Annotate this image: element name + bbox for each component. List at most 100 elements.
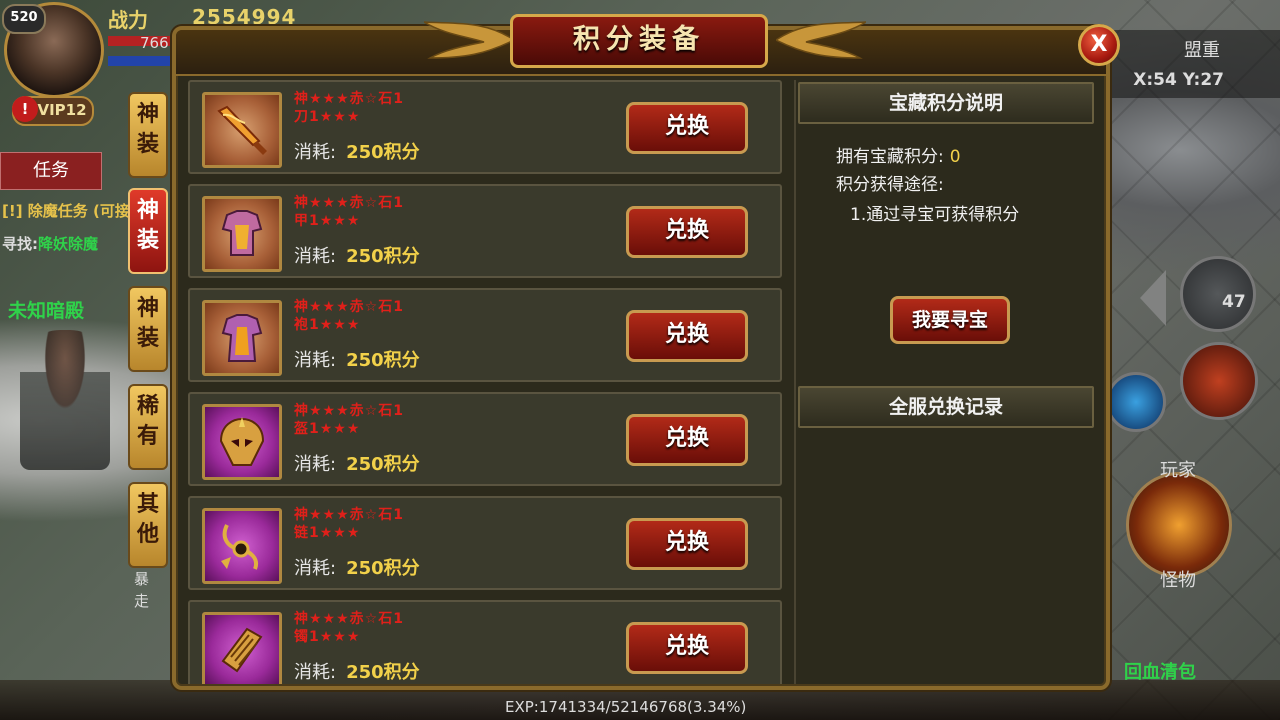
item-name: 神★★★赤☆石1 甲1★★★ [294,194,474,230]
item-icon-frame[interactable] [202,612,282,684]
points-owned: 拥有宝藏积分: 0 [836,142,961,167]
player-coordinates: X:54 Y:27 [1133,70,1224,90]
item-cost: 消耗: 250积分 [294,658,420,684]
exchange-button[interactable]: 兑换 [626,102,748,154]
quest-target-link[interactable]: 降妖除魔 [38,235,98,253]
power-label: 战力 [108,8,148,32]
list-item: 神★★★赤☆石1 链1★★★ 消耗: 250积分 兑换 [188,496,782,590]
points-way-1: 1.通过寻宝可获得积分 [850,205,1020,225]
cost-label: 消耗: [294,142,337,163]
sword-icon [217,105,267,155]
vip-badge[interactable]: ! VIP12 [12,96,94,126]
item-icon-frame[interactable] [202,196,282,272]
tab-label-top: 神 [136,198,159,223]
panel-title: 积分装备 [510,14,768,68]
cost-label: 消耗: [294,558,337,579]
item-cost: 消耗: 250积分 [294,554,420,580]
exchange-record-header: 全服兑换记录 [798,386,1094,428]
quest-line-1[interactable]: [!] 除魔任务 (可接 [2,200,130,221]
exchange-button[interactable]: 兑换 [626,414,748,466]
necklace-icon [221,524,258,570]
tab-label-bottom: 装 [136,132,159,157]
item-list[interactable]: 神★★★赤☆石1 刀1★★★ 消耗: 250积分 兑换 神★★★赤☆石1 甲1★★… [188,80,782,684]
tab-category-1[interactable]: 神 装 [128,92,168,178]
item-name-line-2: 袍1★★★ [294,317,361,333]
info-pane: 宝藏积分说明 拥有宝藏积分: 0 积分获得途径: 1.通过寻宝可获得积分 我要寻宝… [794,80,1096,684]
tab-label-bottom: 装 [136,326,159,351]
tab-label-top: 稀 [136,394,159,419]
server-name: 盟重 [1184,40,1220,61]
exchange-button[interactable]: 兑换 [626,206,748,258]
tab-label-bottom: 他 [136,522,159,547]
tab-category-2[interactable]: 神 装 [128,188,168,274]
auto-mode-label[interactable]: 暴走 [134,568,150,612]
item-name-line-1: 神★★★赤☆石1 [294,299,404,315]
item-name-line-1: 神★★★赤☆石1 [294,611,404,627]
list-item: 神★★★赤☆石1 袍1★★★ 消耗: 250积分 兑换 [188,288,782,382]
list-item: 神★★★赤☆石1 甲1★★★ 消耗: 250积分 兑换 [188,184,782,278]
title-ornament-left-icon [424,21,514,59]
helmet-icon [219,417,265,466]
treasure-hunt-button[interactable]: 我要寻宝 [890,296,1010,344]
points-value: 0 [949,147,961,167]
item-name-line-1: 神★★★赤☆石1 [294,195,404,211]
item-icon-frame[interactable] [202,404,282,480]
item-icon-frame[interactable] [202,508,282,584]
exchange-button[interactable]: 兑换 [626,518,748,570]
quest-find-label: 寻找: [2,235,38,253]
collapse-arrow-icon[interactable] [1140,270,1166,326]
tab-label-top: 神 [136,296,159,321]
tab-label-top: 神 [136,102,159,127]
vip-label: VIP12 [37,101,87,119]
exp-readout: EXP:1741334/52146768(3.34%) [505,698,747,716]
cost-value: 250积分 [346,558,420,579]
item-name-line-1: 神★★★赤☆石1 [294,507,404,523]
item-cost: 消耗: 250积分 [294,346,420,372]
map-name: 未知暗殿 [8,300,85,322]
mp-bar [108,56,170,66]
item-icon-frame[interactable] [202,300,282,376]
cost-label: 消耗: [294,454,337,475]
cost-value: 250积分 [346,662,420,683]
hp-value: 766 [140,34,169,52]
points-info-header: 宝藏积分说明 [798,82,1094,124]
target-player-button[interactable]: 玩家 [1160,456,1196,482]
cost-value: 250积分 [346,350,420,371]
points-label: 拥有宝藏积分: [836,147,944,167]
item-name-line-2: 刀1★★★ [294,109,361,125]
tab-label-bottom: 有 [136,424,159,449]
list-item: 神★★★赤☆石1 刀1★★★ 消耗: 250积分 兑换 [188,80,782,174]
fire-skill-icon[interactable] [1180,342,1258,420]
item-name: 神★★★赤☆石1 袍1★★★ [294,298,474,334]
item-name: 神★★★赤☆石1 刀1★★★ [294,90,474,126]
item-name: 神★★★赤☆石1 链1★★★ [294,506,474,542]
item-name-line-2: 甲1★★★ [294,213,361,229]
item-name-line-1: 神★★★赤☆石1 [294,91,404,107]
tab-category-4[interactable]: 稀 有 [128,384,168,470]
item-name: 神★★★赤☆石1 盔1★★★ [294,402,474,438]
item-cost: 消耗: 250积分 [294,450,420,476]
tab-category-3[interactable]: 神 装 [128,286,168,372]
item-name-line-1: 神★★★赤☆石1 [294,403,404,419]
item-cost: 消耗: 250积分 [294,138,420,164]
cost-label: 消耗: [294,662,337,683]
skill-count: 47 [1222,292,1246,312]
attack-skill-icon[interactable] [1126,472,1232,578]
list-item: 神★★★赤☆石1 镯1★★★ 消耗: 250积分 兑换 [188,600,782,684]
cost-value: 250积分 [346,246,420,267]
item-icon-frame[interactable] [202,92,282,168]
close-button[interactable]: X [1078,24,1120,66]
list-item: 神★★★赤☆石1 盔1★★★ 消耗: 250积分 兑换 [188,392,782,486]
item-name-line-2: 链1★★★ [294,525,361,541]
exchange-button[interactable]: 兑换 [626,622,748,674]
task-tab[interactable]: 任务 [0,152,102,190]
water-skill-icon[interactable] [1106,372,1166,432]
quest-line-2[interactable]: 寻找:降妖除魔 [2,233,98,254]
target-monster-button[interactable]: 怪物 [1160,566,1196,592]
player-level: 520 [2,4,46,34]
tab-label-bottom: 装 [136,228,159,253]
exchange-button[interactable]: 兑换 [626,310,748,362]
tab-category-5[interactable]: 其 他 [128,482,168,568]
npc-figure[interactable] [20,330,110,470]
item-name-line-2: 镯1★★★ [294,629,361,645]
